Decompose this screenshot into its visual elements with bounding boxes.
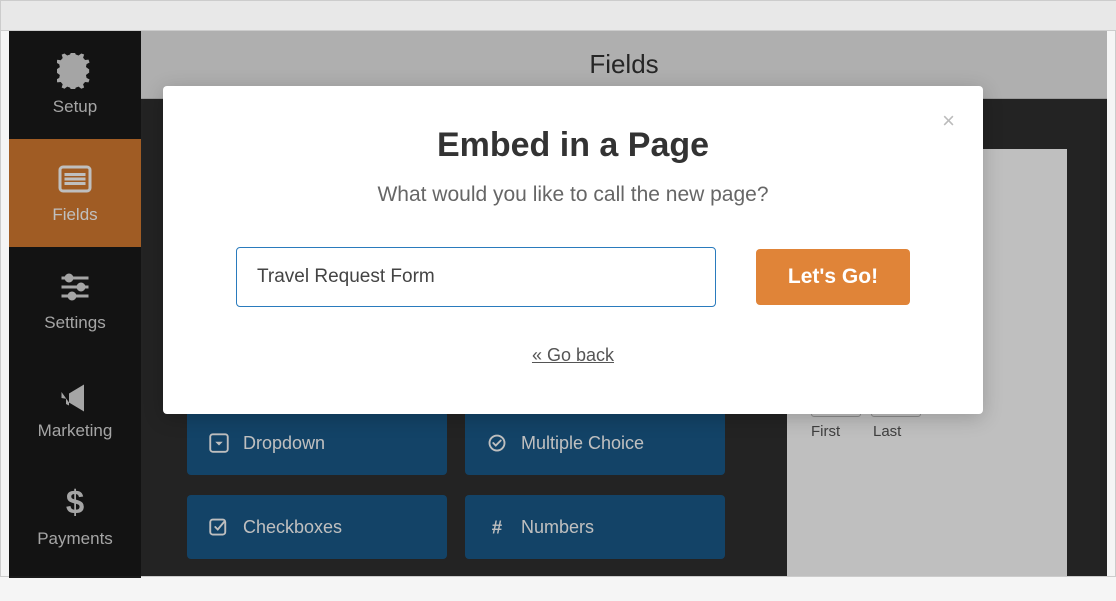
modal-title: Embed in a Page: [223, 126, 923, 165]
lets-go-button[interactable]: Let's Go!: [756, 249, 910, 305]
go-back-link[interactable]: « Go back: [223, 345, 923, 366]
embed-page-modal: × Embed in a Page What would you like to…: [163, 86, 983, 414]
close-button[interactable]: ×: [942, 110, 955, 132]
modal-subtitle: What would you like to call the new page…: [223, 183, 923, 207]
app-topbar: [1, 1, 1116, 31]
page-name-input[interactable]: [236, 247, 716, 307]
close-icon: ×: [942, 108, 955, 133]
